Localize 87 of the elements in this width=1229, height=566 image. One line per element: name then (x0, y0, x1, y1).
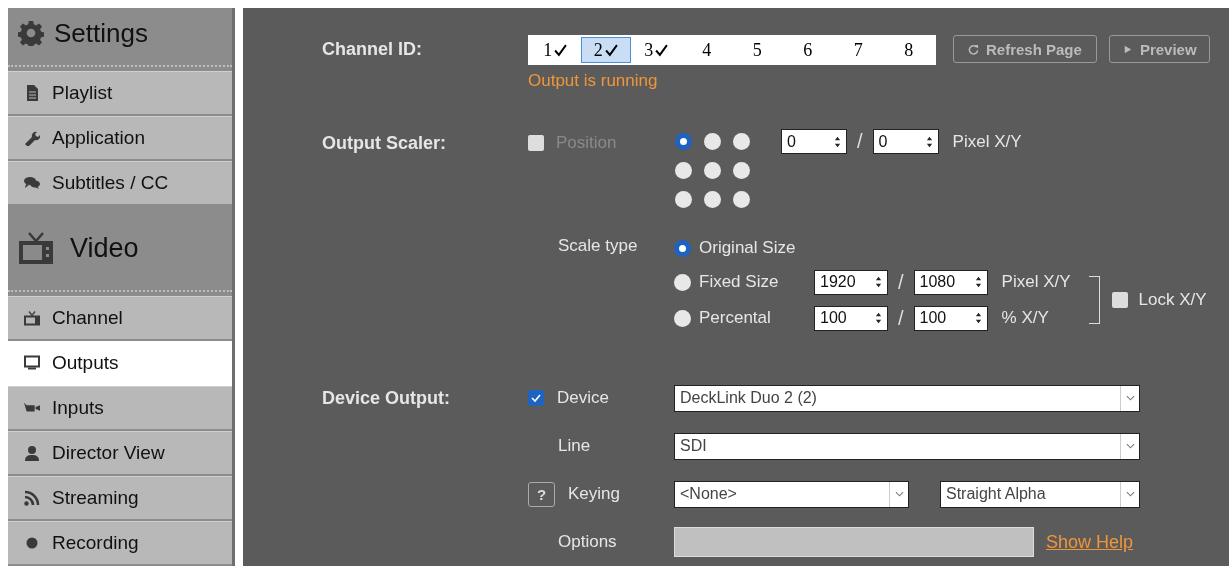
radio-button[interactable] (675, 133, 692, 150)
tv-icon (24, 310, 40, 326)
bracket-line (1088, 276, 1100, 324)
number-spinner[interactable]: 1920 (814, 269, 888, 295)
field-label: Options (558, 532, 617, 552)
refresh-button[interactable]: Refresh Page (953, 35, 1097, 63)
help-button[interactable]: ? (528, 481, 555, 507)
monitor-icon (24, 355, 40, 371)
sidebar-item[interactable]: Application (8, 116, 232, 161)
spinner-arrows-icon (974, 275, 982, 289)
check-icon (554, 43, 568, 57)
channel-tab[interactable]: 1 (530, 37, 581, 63)
alpha-mode-dropdown[interactable]: Straight Alpha (940, 480, 1140, 508)
checkbox-label: Lock X/Y (1138, 290, 1207, 310)
spinner-arrows-icon (834, 134, 841, 149)
channel-tab[interactable]: 8 (883, 37, 934, 63)
options-field[interactable] (674, 527, 1034, 557)
person-icon (24, 445, 40, 461)
unit-label: Pixel X/Y (952, 131, 1022, 152)
channel-tab[interactable]: 5 (732, 37, 783, 63)
channel-tab[interactable]: 4 (681, 37, 732, 63)
sidebar-item[interactable]: Director View (8, 431, 232, 476)
line-dropdown[interactable]: SDI (674, 432, 1140, 460)
radio-button[interactable] (675, 191, 692, 208)
radio-label: Original Size (699, 238, 796, 258)
radio-label: Fixed Size (699, 272, 779, 292)
sidebar-item[interactable]: Inputs (8, 386, 232, 431)
unit-label: % X/Y (1001, 308, 1049, 328)
field-label: Channel ID: (322, 38, 423, 60)
field-label: Line (558, 436, 591, 456)
spinner-arrows-icon (925, 134, 933, 149)
device-dropdown[interactable]: DeckLink Duo 2 (2) (674, 384, 1140, 412)
preview-button[interactable]: Preview (1108, 35, 1210, 63)
field-label: Scale type (558, 235, 639, 256)
number-spinner[interactable]: 1080 (913, 269, 988, 295)
sidebar-item[interactable]: Outputs (8, 341, 232, 386)
check-icon (604, 43, 618, 57)
checkbox[interactable] (528, 390, 544, 406)
sidebar-item[interactable]: Subtitles / CC (8, 161, 232, 206)
number-spinner[interactable]: 100 (814, 305, 888, 331)
checkbox[interactable] (1111, 292, 1128, 308)
number-spinner[interactable]: 0 (781, 129, 847, 154)
radio-button[interactable] (674, 273, 691, 291)
unit-label: Pixel X/Y (1001, 272, 1071, 292)
sidebar-item[interactable]: Recording (8, 521, 232, 566)
keying-dropdown[interactable]: <None> (674, 480, 909, 508)
sidebar-item[interactable]: Streaming (8, 476, 232, 521)
radio-button[interactable] (704, 191, 721, 208)
status-text: Output is running (528, 71, 659, 91)
field-label: Keying (568, 484, 620, 504)
channel-tab[interactable]: 2 (580, 37, 631, 63)
channel-tab[interactable]: 6 (782, 37, 833, 63)
sidebar-item[interactable]: Channel (8, 296, 232, 341)
separator-text: / (898, 270, 904, 294)
number-spinner[interactable]: 100 (913, 305, 988, 331)
speech-bubbles-icon (24, 175, 40, 191)
channel-tab[interactable]: 3 (631, 37, 682, 63)
radio-button[interactable] (733, 191, 750, 208)
section-title: Settings (54, 17, 148, 49)
radio-button[interactable] (733, 162, 750, 179)
radio-button[interactable] (675, 162, 692, 179)
gear-icon (18, 20, 44, 46)
spinner-arrows-icon (974, 311, 982, 325)
section-title: Video (70, 232, 139, 264)
sidebar-item[interactable]: Playlist (8, 71, 232, 116)
wrench-icon (24, 130, 40, 146)
spinner-arrows-icon (875, 311, 882, 325)
field-label: Output Scaler: (322, 132, 447, 154)
radio-button[interactable] (674, 309, 691, 327)
tv-icon (18, 231, 54, 265)
document-icon (24, 85, 40, 101)
check-icon (655, 43, 669, 57)
radio-label: Percental (699, 308, 771, 328)
radio-button[interactable] (733, 133, 750, 150)
channel-tab[interactable]: 7 (833, 37, 884, 63)
record-dot-icon (24, 535, 40, 551)
number-spinner[interactable]: 0 (872, 129, 939, 154)
radio-button[interactable] (674, 239, 691, 257)
separator-text: / (857, 130, 863, 153)
refresh-icon (968, 43, 979, 55)
separator-text: / (898, 306, 904, 330)
checkbox-label: Device (557, 388, 609, 408)
radio-button[interactable] (704, 133, 721, 150)
spinner-arrows-icon (875, 275, 882, 289)
radio-button[interactable] (704, 162, 721, 179)
field-label: Device Output: (322, 387, 451, 409)
rss-icon (24, 490, 40, 506)
